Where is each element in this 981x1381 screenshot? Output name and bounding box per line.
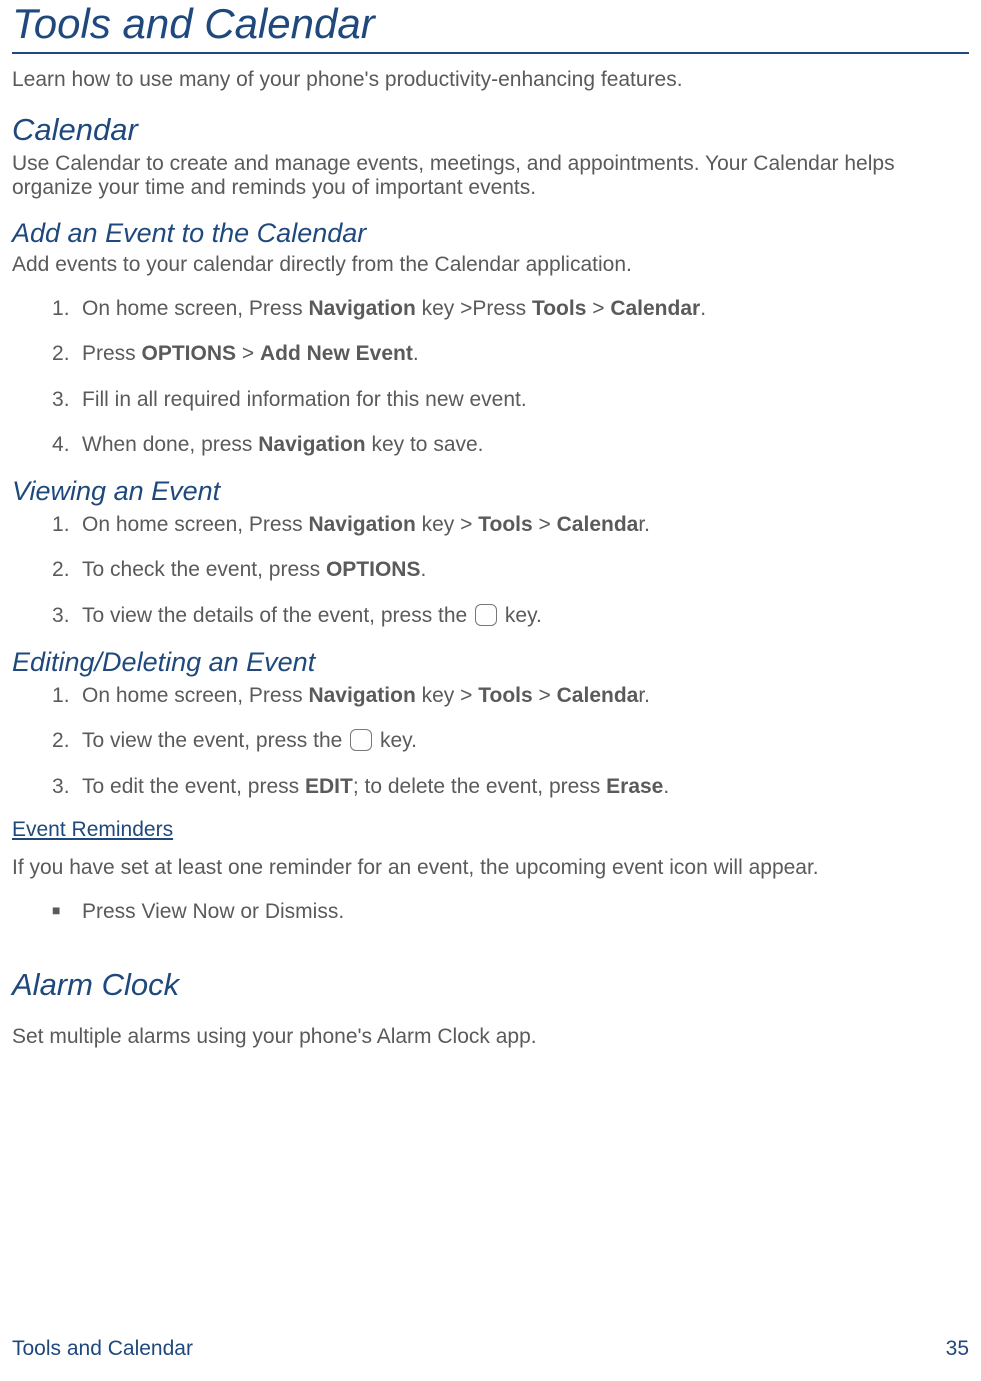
- list-item: Fill in all required information for thi…: [52, 386, 969, 413]
- list-item: To check the event, press OPTIONS.: [52, 556, 969, 583]
- list-item: Press View Now or Dismiss.: [52, 898, 969, 925]
- list-item: To view the details of the event, press …: [52, 602, 969, 629]
- alarm-heading: Alarm Clock: [12, 967, 969, 1003]
- calendar-heading: Calendar: [12, 112, 969, 148]
- add-event-steps: On home screen, Press Navigation key >Pr…: [52, 295, 969, 458]
- list-item: To edit the event, press EDIT; to delete…: [52, 773, 969, 800]
- viewing-steps: On home screen, Press Navigation key > T…: [52, 511, 969, 629]
- add-event-heading: Add an Event to the Calendar: [12, 218, 969, 249]
- reminders-list: Press View Now or Dismiss.: [52, 898, 969, 925]
- editing-steps: On home screen, Press Navigation key > T…: [52, 682, 969, 800]
- list-item: On home screen, Press Navigation key > T…: [52, 682, 969, 709]
- list-item: To view the event, press the key.: [52, 727, 969, 754]
- calendar-description: Use Calendar to create and manage events…: [12, 152, 969, 200]
- alarm-description: Set multiple alarms using your phone's A…: [12, 1025, 969, 1049]
- key-icon: [350, 729, 372, 751]
- list-item: On home screen, Press Navigation key >Pr…: [52, 295, 969, 322]
- footer-section: Tools and Calendar: [12, 1337, 193, 1361]
- page-number: 35: [946, 1337, 969, 1361]
- list-item: Press OPTIONS > Add New Event.: [52, 340, 969, 367]
- key-icon: [475, 604, 497, 626]
- page-footer: Tools and Calendar 35: [12, 1337, 969, 1361]
- list-item: On home screen, Press Navigation key > T…: [52, 511, 969, 538]
- list-item: When done, press Navigation key to save.: [52, 431, 969, 458]
- intro-text: Learn how to use many of your phone's pr…: [12, 68, 969, 92]
- viewing-heading: Viewing an Event: [12, 476, 969, 507]
- page-title: Tools and Calendar: [12, 0, 969, 54]
- reminders-description: If you have set at least one reminder fo…: [12, 856, 969, 880]
- reminders-heading: Event Reminders: [12, 818, 969, 842]
- editing-heading: Editing/Deleting an Event: [12, 647, 969, 678]
- add-event-description: Add events to your calendar directly fro…: [12, 253, 969, 277]
